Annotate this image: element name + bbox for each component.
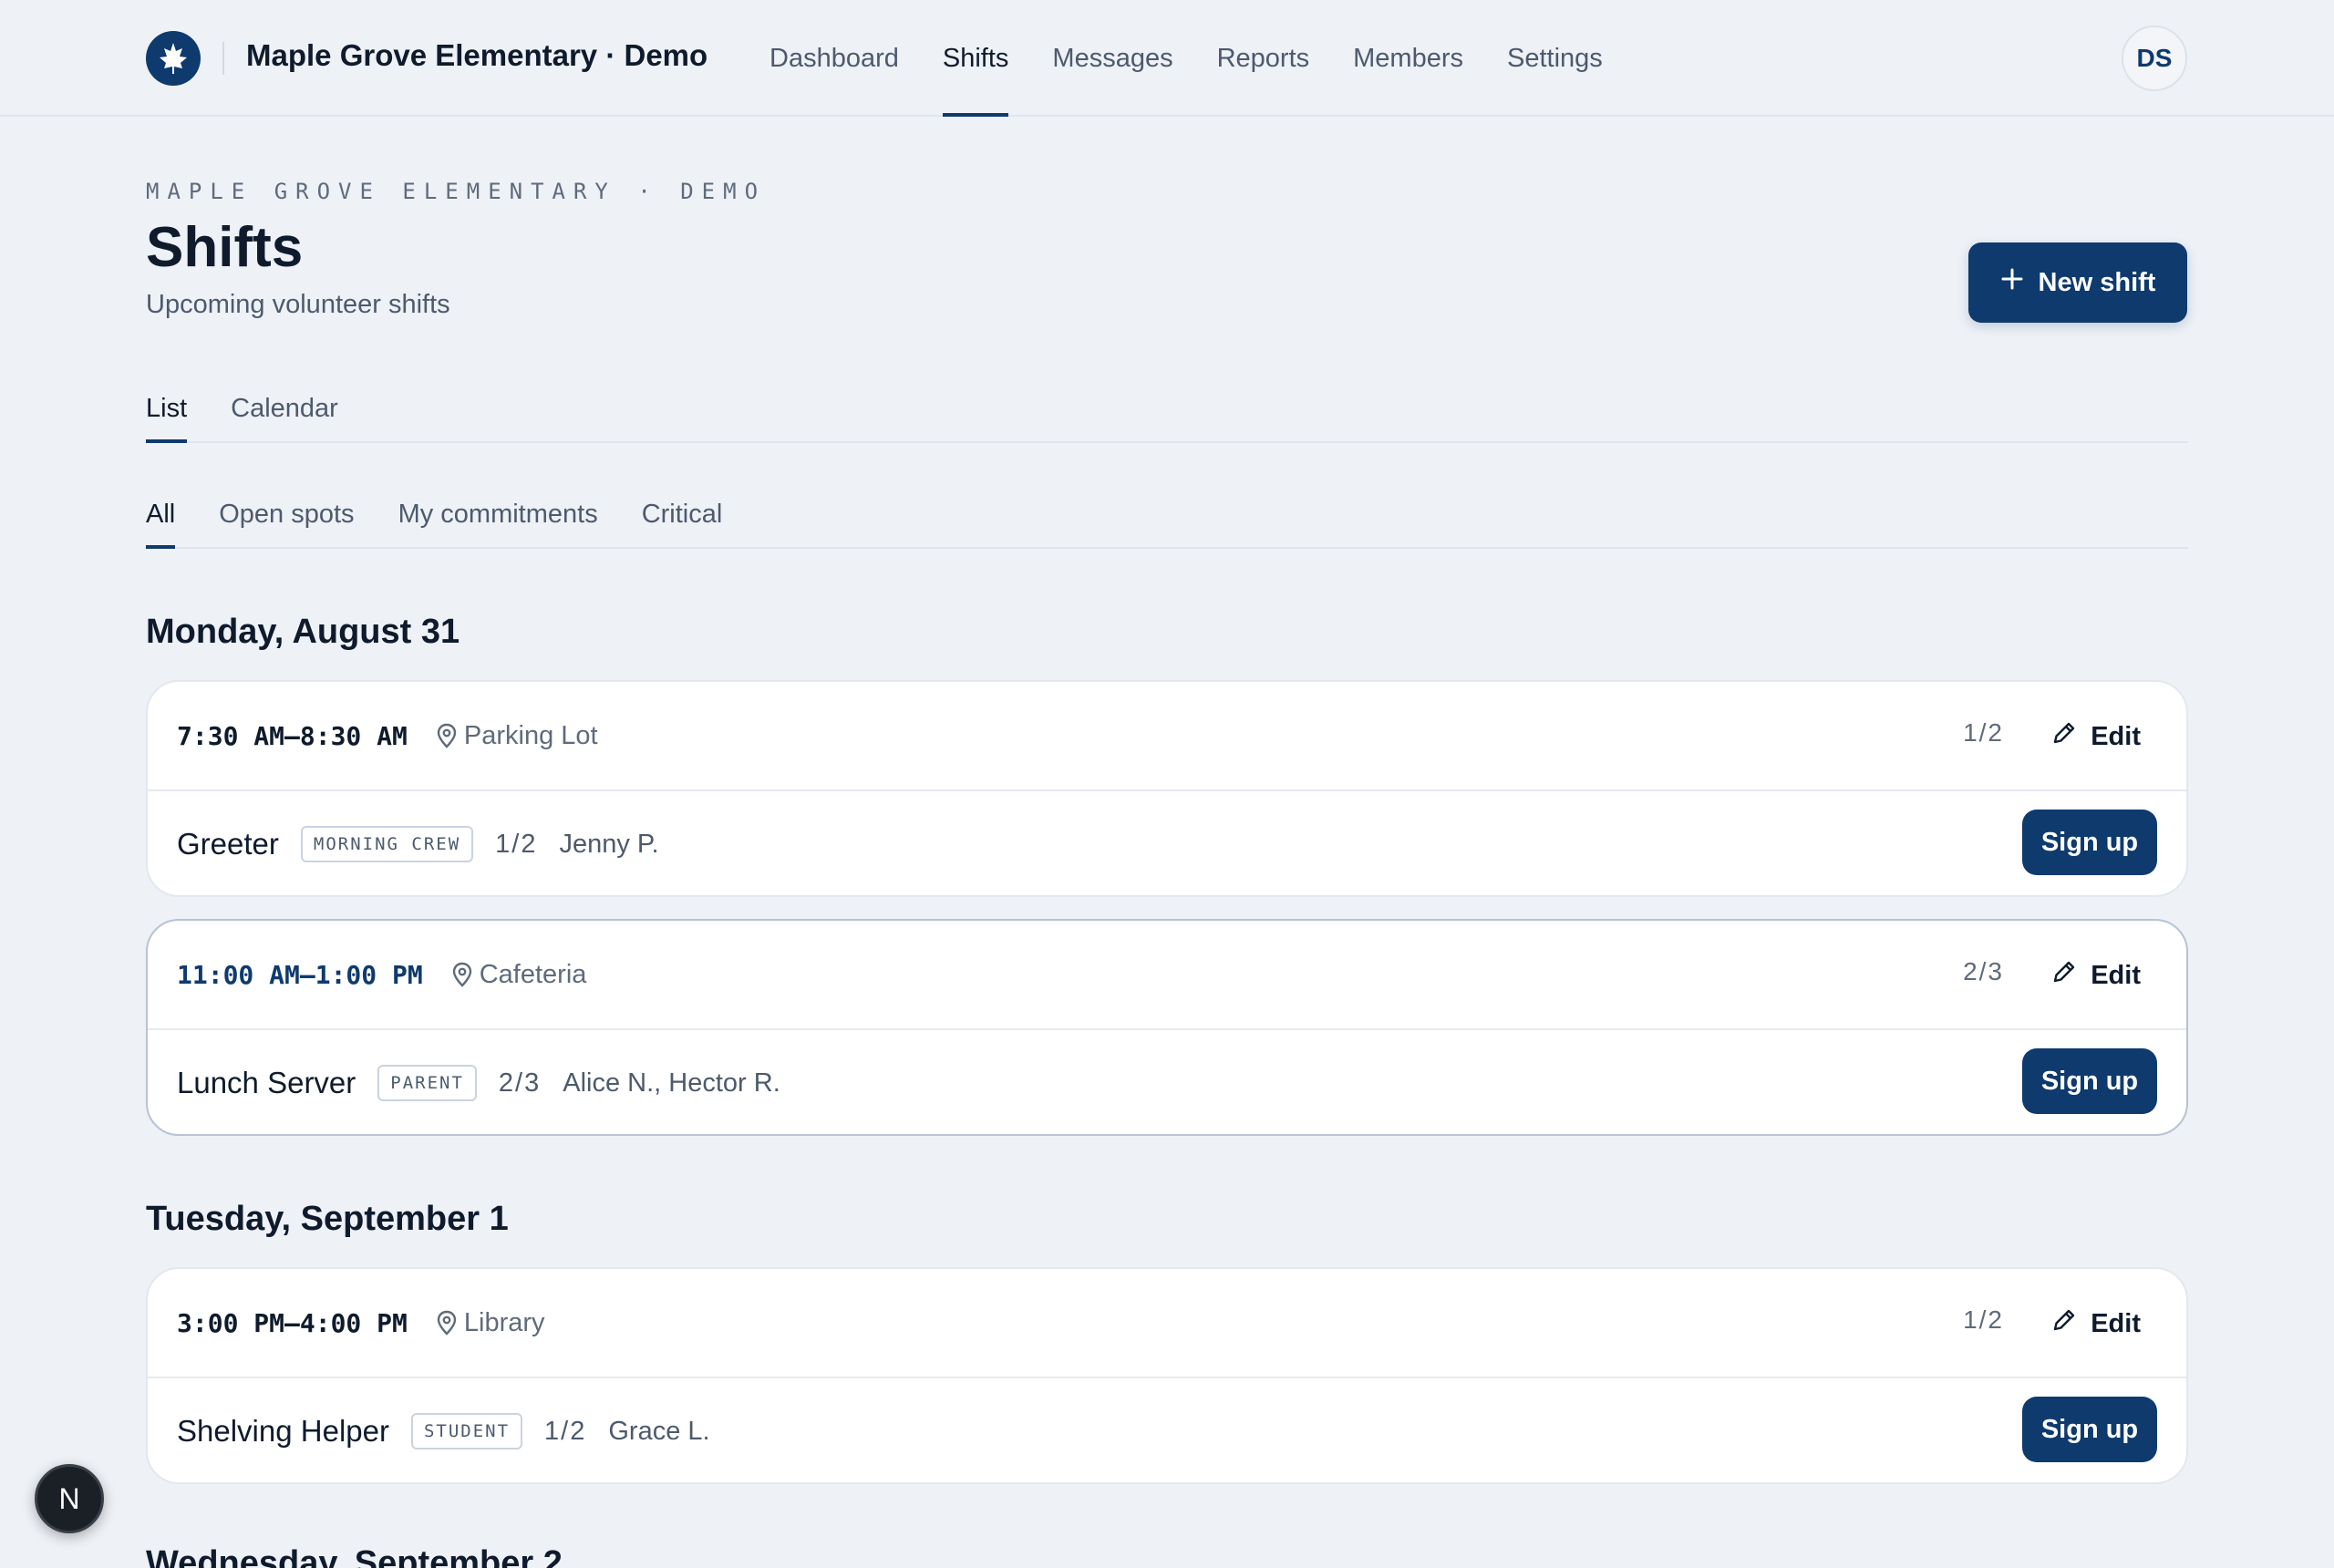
main-nav: Dashboard Shifts Messages Reports Member… [769, 0, 1647, 117]
role-name: Shelving Helper [177, 1414, 389, 1448]
plus-icon [2000, 267, 2024, 298]
location-pin-icon [452, 962, 472, 987]
nav-messages[interactable]: Messages [1052, 0, 1172, 117]
location-pin-icon [437, 1310, 457, 1336]
new-shift-button[interactable]: New shift [1968, 242, 2187, 323]
edit-shift-button[interactable]: Edit [2050, 948, 2141, 1003]
location-pin-icon [437, 723, 457, 748]
nav-shifts[interactable]: Shifts [942, 0, 1008, 117]
filter-all[interactable]: All [146, 481, 176, 549]
page-subtitle: Upcoming volunteer shifts [146, 290, 450, 319]
sign-up-button[interactable]: Sign up [2022, 1048, 2157, 1114]
nav-reports[interactable]: Reports [1217, 0, 1310, 117]
nav-members[interactable]: Members [1353, 0, 1463, 117]
edit-shift-button[interactable]: Edit [2050, 1296, 2141, 1351]
edit-label: Edit [2091, 1308, 2141, 1338]
nav-settings[interactable]: Settings [1507, 0, 1603, 117]
role-row: Shelving Helper STUDENT 1/2 Grace L. Sig… [148, 1378, 2186, 1482]
role-row: Greeter MORNING CREW 1/2 Jenny P. Sign u… [148, 791, 2186, 895]
edit-label: Edit [2091, 721, 2141, 751]
role-fill-ratio: 1/2 [544, 1416, 587, 1446]
edit-label: Edit [2091, 960, 2141, 990]
nav-dashboard[interactable]: Dashboard [769, 0, 899, 117]
day-heading: Tuesday, September 1 [146, 1200, 509, 1238]
role-tag: PARENT [377, 1065, 477, 1101]
tab-calendar[interactable]: Calendar [231, 376, 338, 441]
day-heading: Monday, August 31 [146, 613, 460, 651]
filter-tabs: All Open spots My commitments Critical [146, 481, 2188, 549]
top-navigation: Maple Grove Elementary · Demo Dashboard … [0, 0, 2334, 117]
filter-open-spots[interactable]: Open spots [219, 481, 354, 547]
filter-critical[interactable]: Critical [642, 481, 723, 547]
role-fill-ratio: 2/3 [498, 1068, 542, 1098]
shift-location: Cafeteria [479, 959, 587, 989]
shift-fill-ratio: 1/2 [1963, 1305, 2004, 1334]
shift-fill-ratio: 2/3 [1963, 957, 2004, 985]
role-fill-ratio: 1/2 [495, 829, 538, 859]
role-tag: STUDENT [410, 1413, 523, 1449]
volunteer-names: Grace L. [608, 1416, 710, 1446]
floating-badge-button[interactable]: N [35, 1464, 104, 1533]
role-name: Lunch Server [177, 1066, 356, 1099]
shift-location: Library [463, 1307, 545, 1337]
shift-card-header: 11:00 AM–1:00 PM Cafeteria 2/3 Edit [148, 921, 2186, 1030]
pencil-icon [2050, 719, 2078, 754]
sign-up-button[interactable]: Sign up [2022, 1397, 2157, 1462]
shift-card: 11:00 AM–1:00 PM Cafeteria 2/3 Edit Lunc… [146, 919, 2188, 1136]
shift-time: 7:30 AM–8:30 AM [177, 720, 408, 751]
page-title: Shifts [146, 216, 304, 279]
shift-fill-ratio: 1/2 [1963, 718, 2004, 747]
shift-time: 3:00 PM–4:00 PM [177, 1307, 408, 1338]
logo-divider [222, 42, 224, 75]
shift-time: 11:00 AM–1:00 PM [177, 959, 423, 990]
view-tabs: List Calendar [146, 376, 2188, 443]
page-eyebrow: MAPLE GROVE ELEMENTARY · DEMO [146, 179, 767, 204]
shift-card-header: 7:30 AM–8:30 AM Parking Lot 1/2 Edit [148, 682, 2186, 791]
user-avatar[interactable]: DS [2122, 26, 2187, 91]
filter-my-commitments[interactable]: My commitments [398, 481, 598, 547]
maple-leaf-logo-icon[interactable] [146, 31, 201, 86]
tab-list[interactable]: List [146, 376, 188, 443]
shift-card: 3:00 PM–4:00 PM Library 1/2 Edit Shelvin… [146, 1267, 2188, 1484]
volunteer-names: Jenny P. [559, 829, 659, 859]
brand-name[interactable]: Maple Grove Elementary · Demo [246, 38, 707, 73]
role-name: Greeter [177, 827, 279, 861]
shift-card-header: 3:00 PM–4:00 PM Library 1/2 Edit [148, 1269, 2186, 1378]
new-shift-label: New shift [2038, 267, 2156, 297]
shift-location: Parking Lot [463, 720, 598, 750]
day-heading: Wednesday, September 2 [146, 1544, 563, 1568]
shift-card: 7:30 AM–8:30 AM Parking Lot 1/2 Edit Gre… [146, 680, 2188, 897]
volunteer-names: Alice N., Hector R. [563, 1068, 780, 1098]
pencil-icon [2050, 1306, 2078, 1341]
role-tag: MORNING CREW [300, 826, 474, 862]
edit-shift-button[interactable]: Edit [2050, 709, 2141, 764]
sign-up-button[interactable]: Sign up [2022, 810, 2157, 875]
role-row: Lunch Server PARENT 2/3 Alice N., Hector… [148, 1030, 2186, 1134]
pencil-icon [2050, 958, 2078, 993]
